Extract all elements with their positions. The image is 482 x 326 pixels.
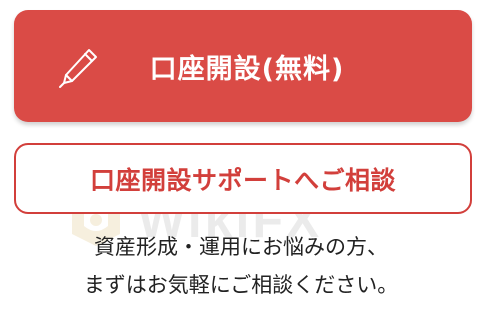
open-account-button[interactable]: 口座開設(無料) [14,10,472,122]
description-line-1: 資産形成・運用にお悩みの方、 [94,235,388,259]
pen-icon [59,49,97,88]
account-support-consult-button[interactable]: 口座開設サポートへご相談 [14,143,472,214]
description-line-2: まずはお気軽にご相談ください。 [83,273,399,297]
account-support-consult-label: 口座開設サポートへご相談 [89,165,396,195]
open-account-label: 口座開設(無料) [149,53,345,85]
description-text: 資産形成・運用にお悩みの方、 まずはお気軽にご相談ください。 [0,228,482,304]
